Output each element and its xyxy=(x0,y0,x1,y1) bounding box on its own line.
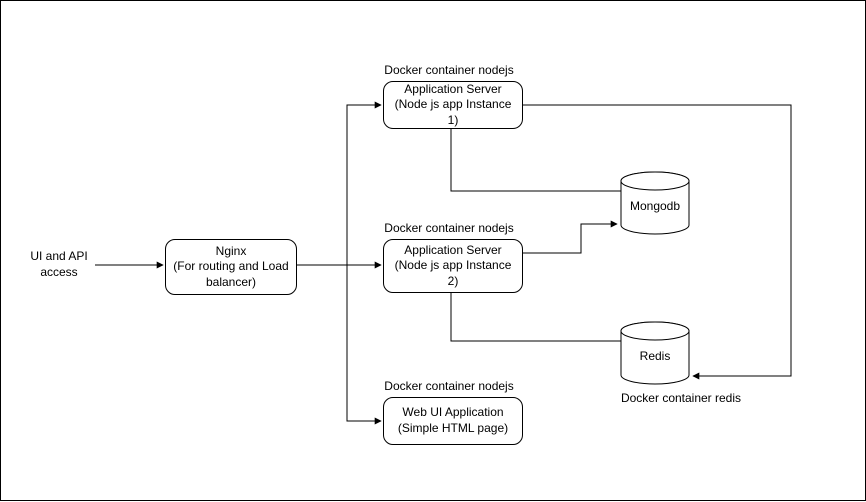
webui-node: Web UI Application (Simple HTML page) xyxy=(383,397,523,445)
app1-title: Application Server xyxy=(388,82,518,98)
app2-title: Application Server xyxy=(388,243,518,259)
app2-subtitle: (Node js app Instance 2) xyxy=(388,258,518,289)
redis-node: Redis xyxy=(619,321,691,385)
webui-title: Web UI Application xyxy=(398,405,508,421)
webui-caption: Docker container nodejs xyxy=(369,379,529,395)
nginx-subtitle: (For routing and Load balancer) xyxy=(173,259,288,290)
app1-subtitle: (Node js app Instance 1) xyxy=(388,97,518,128)
mongodb-label: Mongodb xyxy=(619,199,691,213)
webui-subtitle: (Simple HTML page) xyxy=(398,421,508,437)
app1-caption: Docker container nodejs xyxy=(369,63,529,79)
app1-node: Application Server (Node js app Instance… xyxy=(383,81,523,129)
mongodb-node: Mongodb xyxy=(619,171,691,235)
nginx-title: Nginx xyxy=(173,244,288,260)
app2-caption: Docker container nodejs xyxy=(369,221,529,237)
entry-label: UI and API access xyxy=(23,249,95,280)
redis-caption: Docker container redis xyxy=(601,391,761,407)
redis-label: Redis xyxy=(619,349,691,363)
app2-node: Application Server (Node js app Instance… xyxy=(383,239,523,293)
nginx-node: Nginx (For routing and Load balancer) xyxy=(165,239,297,295)
architecture-diagram: UI and API access Nginx (For routing and… xyxy=(0,0,866,501)
